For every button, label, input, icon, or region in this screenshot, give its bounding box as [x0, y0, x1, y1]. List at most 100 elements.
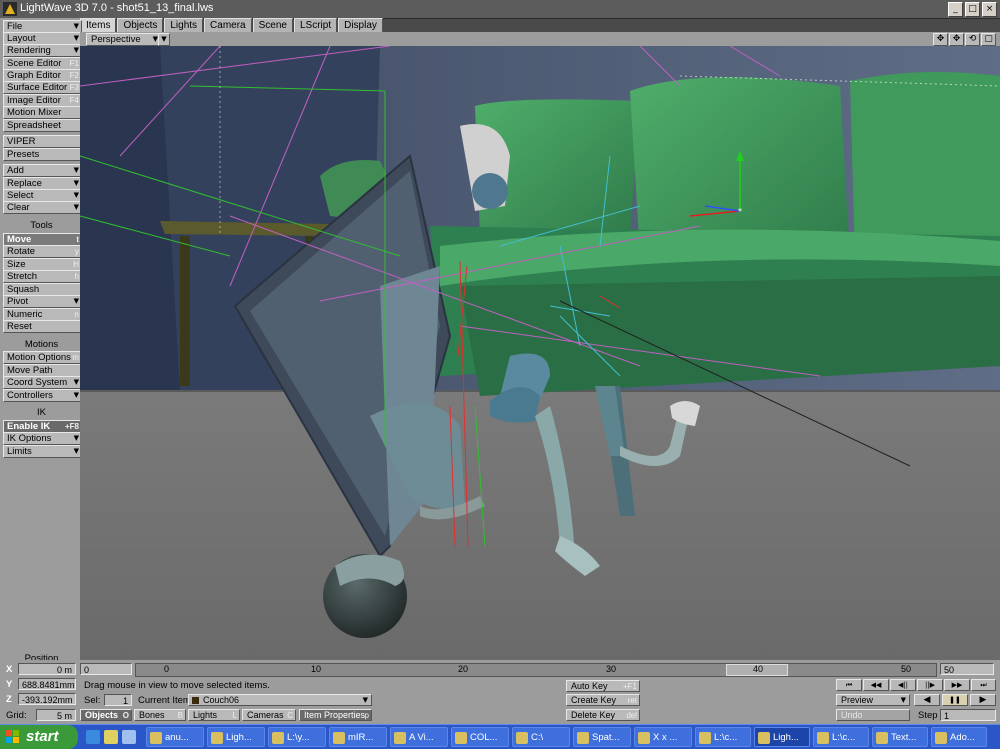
x-coord-label: X	[6, 664, 13, 675]
y-coord-label: Y	[6, 679, 13, 690]
taskbar-item[interactable]: Ado...	[931, 727, 987, 747]
timeline-tick: 20	[458, 664, 469, 674]
tab-objects[interactable]: Objects	[117, 18, 164, 32]
taskbar-item[interactable]: Text...	[872, 727, 928, 747]
step-field[interactable]: 1	[940, 709, 996, 721]
taskbar-item[interactable]: anu...	[146, 727, 204, 747]
preview-menu[interactable]: Preview ▼	[836, 694, 910, 706]
step-label: Step	[918, 710, 938, 721]
rotate-view-icon[interactable]: ✥	[949, 33, 964, 46]
create-key-button[interactable]: Create Key ret	[566, 694, 640, 706]
add-menu[interactable]: Add ▼	[3, 164, 82, 177]
timeline-tick: 50	[901, 664, 912, 674]
outlook-icon[interactable]	[104, 730, 118, 744]
timeline-tick: 30	[606, 664, 617, 674]
pivot-menu[interactable]: Pivot ▼	[3, 295, 82, 308]
tab-camera[interactable]: Camera	[204, 18, 252, 32]
presets-button[interactable]: Presets	[3, 148, 82, 161]
item-properties-button[interactable]: Item Properties p	[299, 709, 372, 721]
taskbar-item[interactable]: L:\c...	[695, 727, 751, 747]
taskbar-item[interactable]: L:\c...	[813, 727, 869, 747]
show-desktop-icon[interactable]	[122, 730, 136, 744]
controllers-menu[interactable]: Controllers ▼	[3, 389, 82, 402]
end-frame-field[interactable]: 50	[940, 663, 994, 675]
x-coord-field[interactable]: 0 m	[18, 663, 76, 675]
tab-lscript[interactable]: LScript	[293, 18, 338, 32]
ik-options-menu[interactable]: IK Options ▼	[3, 432, 82, 445]
viper-button[interactable]: VIPER	[3, 135, 82, 148]
taskbar-item-active[interactable]: Ligh...	[754, 727, 810, 747]
objects-mode-button[interactable]: Objects O	[80, 709, 132, 721]
bottom-panel: X 0 m Y 688.8481mm Z -393.192mm Grid: 5 …	[0, 660, 1000, 724]
taskbar-item[interactable]: X x ...	[634, 727, 692, 747]
tab-lights[interactable]: Lights	[164, 18, 204, 32]
rendering-menu[interactable]: Rendering ▼	[3, 44, 82, 57]
next-frame-button[interactable]: ||▶	[917, 679, 943, 691]
tab-display[interactable]: Display	[338, 18, 383, 32]
taskbar-item[interactable]: mIR...	[329, 727, 387, 747]
taskbar-item[interactable]: COL...	[451, 727, 509, 747]
sel-label: Sel:	[84, 695, 101, 706]
taskbar-item[interactable]: Ligh...	[207, 727, 265, 747]
stretch-tool-button[interactable]: Stretch h	[3, 270, 82, 283]
motion-mixer-button[interactable]: Motion Mixer	[3, 106, 82, 119]
previous-key-button[interactable]: ◀◀	[863, 679, 889, 691]
rotate-tool-button[interactable]: Rotate y	[3, 245, 82, 258]
lightwave-logo-icon	[3, 2, 17, 16]
coord-system-menu[interactable]: Coord System ▼	[3, 376, 82, 389]
maximize-button[interactable]: □	[965, 2, 980, 17]
pause-button[interactable]: ❚❚	[942, 694, 968, 706]
undo-button[interactable]: Undo	[836, 709, 910, 721]
taskbar-item[interactable]: C:\	[512, 727, 570, 747]
sel-count: 1	[104, 694, 132, 706]
delete-key-button[interactable]: Delete Key del	[566, 709, 640, 721]
pan-view-icon[interactable]: ✥	[933, 33, 948, 46]
taskbar-item[interactable]: L:\y...	[268, 727, 326, 747]
maximize-view-icon[interactable]: ▢	[981, 33, 996, 46]
minimize-button[interactable]: _	[948, 2, 963, 17]
surface-editor-button[interactable]: Surface Editor F3	[3, 81, 82, 94]
current-item-label: Current Item	[138, 695, 191, 706]
close-button[interactable]: ×	[982, 2, 997, 17]
windows-flag-icon	[6, 730, 19, 743]
viewport-header: Perspective ▼ ▼ ✥ ✥ ⟲ ▢	[80, 32, 1000, 46]
reset-button[interactable]: Reset	[3, 320, 82, 333]
bones-mode-button[interactable]: Bones B	[134, 709, 186, 721]
timeline-tick: 10	[311, 664, 322, 674]
start-frame-field[interactable]: 0	[80, 663, 132, 675]
tools-section-header: Tools	[30, 220, 53, 231]
first-frame-button[interactable]: ⏮	[836, 679, 862, 691]
next-key-button[interactable]: ▶▶	[944, 679, 970, 691]
internet-explorer-icon[interactable]	[86, 730, 100, 744]
taskbar-item[interactable]: A Vi...	[390, 727, 448, 747]
tab-scene[interactable]: Scene	[252, 18, 293, 32]
clear-menu[interactable]: Clear ▼	[3, 201, 82, 214]
zoom-view-icon[interactable]: ⟲	[965, 33, 980, 46]
motion-options-button[interactable]: Motion Options m	[3, 351, 82, 364]
y-coord-field[interactable]: 688.8481mm	[18, 678, 76, 690]
cameras-mode-button[interactable]: Cameras C	[242, 709, 296, 721]
previous-frame-button[interactable]: ◀||	[890, 679, 916, 691]
last-frame-button[interactable]: ⏭	[971, 679, 996, 691]
view-options-dropdown[interactable]: ▼	[158, 33, 170, 46]
tab-items[interactable]: Items	[80, 18, 117, 32]
play-button[interactable]: ▶	[970, 694, 996, 706]
ik-section-header: IK	[37, 407, 46, 418]
limits-menu[interactable]: Limits ▼	[3, 445, 82, 458]
current-item-select[interactable]: Couch06 ▼	[188, 694, 372, 706]
status-message: Drag mouse in view to move selected item…	[84, 680, 270, 691]
grid-size-field[interactable]: 5 m	[36, 709, 76, 721]
taskbar-item[interactable]: Spat...	[573, 727, 631, 747]
spreadsheet-button[interactable]: Spreadsheet	[3, 119, 82, 132]
z-coord-field[interactable]: -393.192mm	[18, 693, 76, 705]
scene-render: *	[80, 46, 1000, 660]
view-type-select[interactable]: Perspective ▼	[86, 33, 162, 46]
timeline-tick: 0	[164, 664, 170, 674]
title-bar: LightWave 3D 7.0 - shot51_13_final.lws _…	[0, 0, 1000, 19]
lights-mode-button[interactable]: Lights L	[188, 709, 240, 721]
start-button[interactable]: start	[0, 725, 78, 749]
auto-key-button[interactable]: Auto Key +F1	[566, 680, 640, 692]
play-reverse-button[interactable]: ◀	[914, 694, 940, 706]
perspective-viewport[interactable]: *	[80, 46, 1000, 660]
timeline-slider[interactable]: 0 10 20 30 40 50	[135, 663, 937, 677]
